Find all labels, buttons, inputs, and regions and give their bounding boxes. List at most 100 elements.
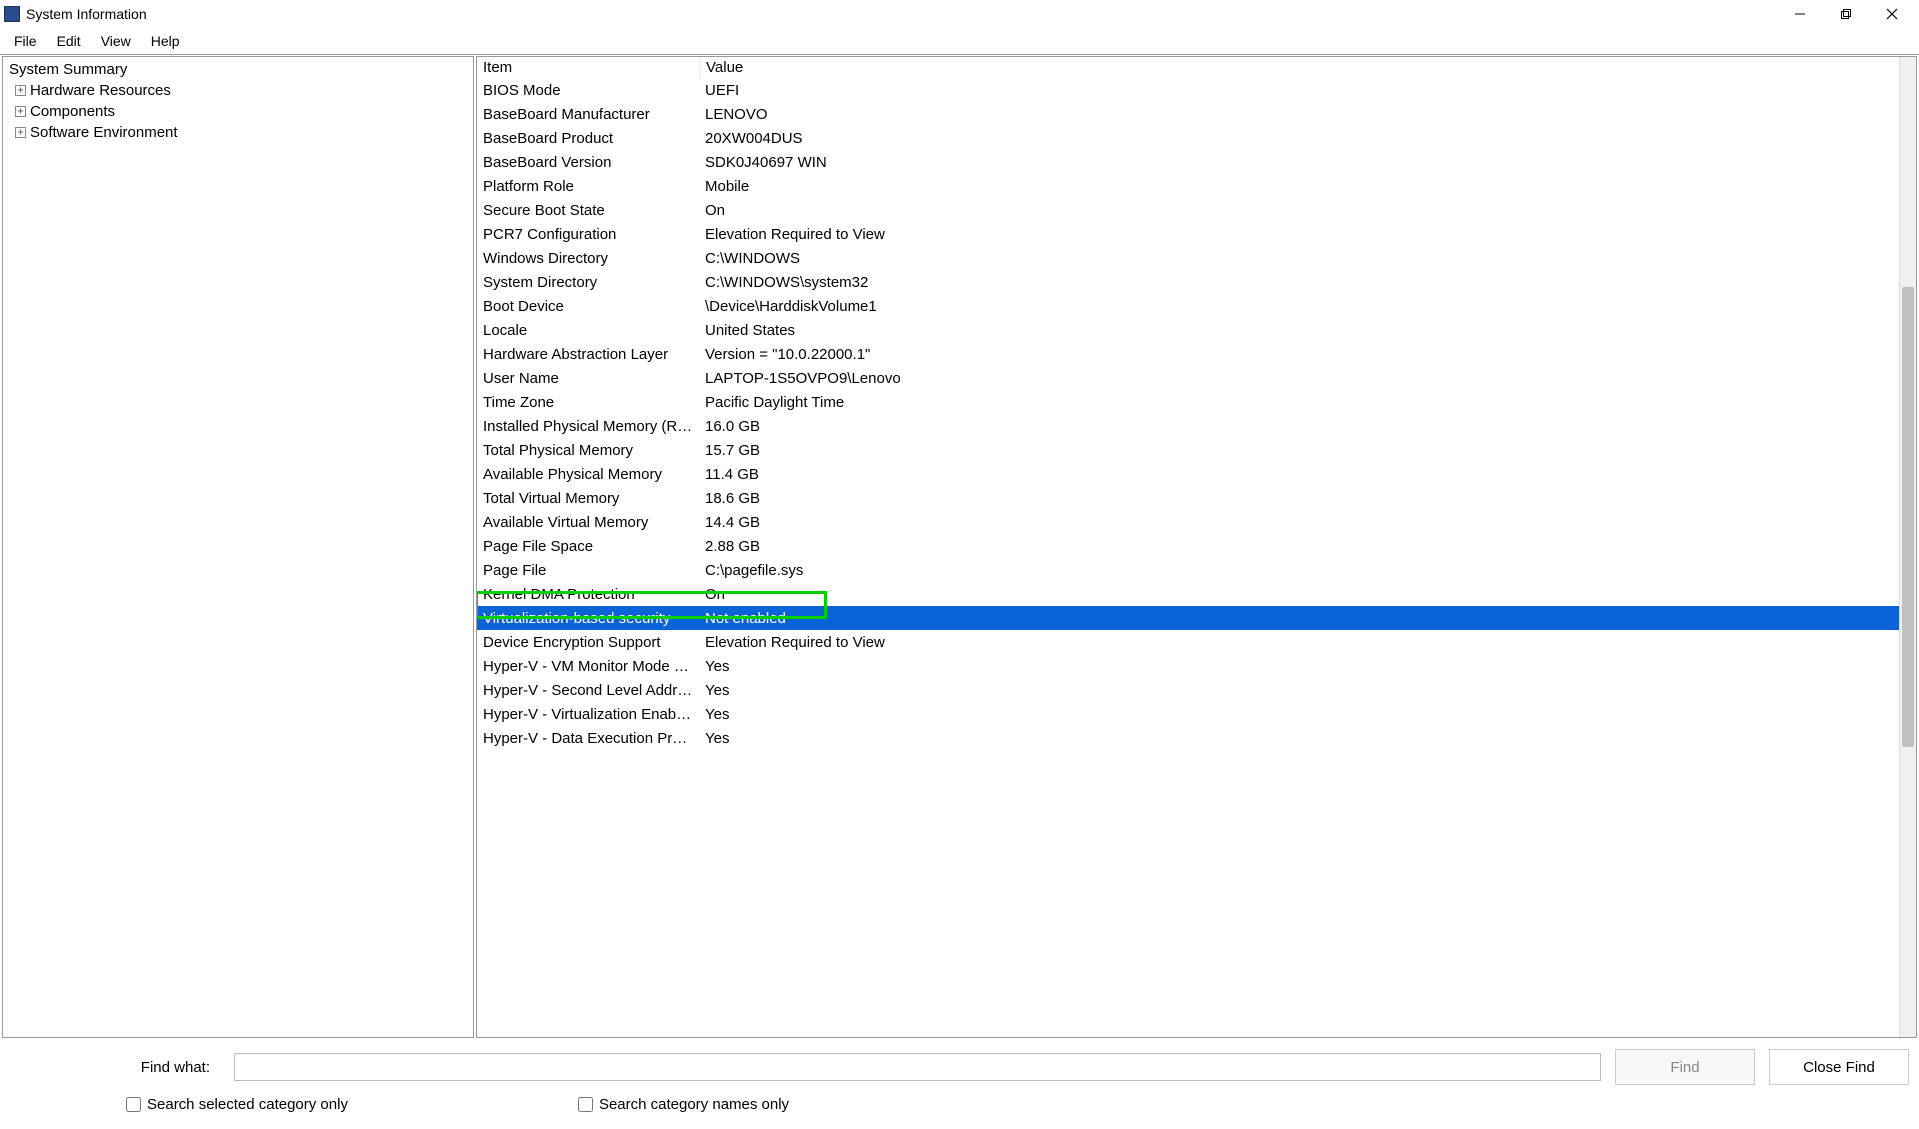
find-button[interactable]: Find	[1615, 1049, 1755, 1085]
column-header-item[interactable]: Item	[477, 57, 699, 78]
table-row[interactable]: BIOS ModeUEFI	[477, 78, 1899, 102]
table-row[interactable]: Windows DirectoryC:\WINDOWS	[477, 246, 1899, 270]
table-row[interactable]: Available Physical Memory11.4 GB	[477, 462, 1899, 486]
table-row[interactable]: Kernel DMA ProtectionOn	[477, 582, 1899, 606]
cell-value: On	[699, 586, 1899, 603]
cell-value: 14.4 GB	[699, 514, 1899, 531]
cell-item: Locale	[477, 322, 699, 339]
table-row[interactable]: Hyper-V - Virtualization Enable...Yes	[477, 702, 1899, 726]
cell-item: Virtualization-based security	[477, 610, 699, 627]
tree-item[interactable]: + Components	[9, 101, 467, 122]
menubar: File Edit View Help	[0, 28, 1919, 54]
column-header-value[interactable]: Value	[699, 57, 1899, 78]
cell-item: Page File Space	[477, 538, 699, 555]
table-row[interactable]: BaseBoard ManufacturerLENOVO	[477, 102, 1899, 126]
cell-item: Available Virtual Memory	[477, 514, 699, 531]
cell-value: 18.6 GB	[699, 490, 1899, 507]
close-find-button[interactable]: Close Find	[1769, 1049, 1909, 1085]
cell-value: C:\pagefile.sys	[699, 562, 1899, 579]
expand-icon[interactable]: +	[15, 85, 26, 96]
cell-item: Secure Boot State	[477, 202, 699, 219]
cell-item: User Name	[477, 370, 699, 387]
cell-item: BaseBoard Product	[477, 130, 699, 147]
table-row[interactable]: Time ZonePacific Daylight Time	[477, 390, 1899, 414]
cell-value: United States	[699, 322, 1899, 339]
table-row[interactable]: Page FileC:\pagefile.sys	[477, 558, 1899, 582]
cell-item: BaseBoard Version	[477, 154, 699, 171]
tree-root-system-summary[interactable]: System Summary	[9, 59, 467, 80]
table-row[interactable]: Platform RoleMobile	[477, 174, 1899, 198]
cell-value: Yes	[699, 682, 1899, 699]
titlebar[interactable]: System Information	[0, 0, 1919, 28]
close-button[interactable]	[1869, 0, 1915, 28]
menu-view[interactable]: View	[93, 31, 139, 51]
expand-icon[interactable]: +	[15, 127, 26, 138]
tree-item-label: Software Environment	[30, 124, 178, 141]
table-row[interactable]: Total Physical Memory15.7 GB	[477, 438, 1899, 462]
cell-value: SDK0J40697 WIN	[699, 154, 1899, 171]
tree-item[interactable]: +Hardware Resources	[9, 80, 467, 101]
checkbox-search-selected[interactable]: Search selected category only	[126, 1096, 348, 1113]
checkbox-search-names[interactable]: Search category names only	[578, 1096, 789, 1113]
cell-item: System Directory	[477, 274, 699, 291]
list-header: Item Value	[477, 57, 1899, 78]
menu-help[interactable]: Help	[143, 31, 188, 51]
cell-value: C:\WINDOWS\system32	[699, 274, 1899, 291]
cell-value: Yes	[699, 658, 1899, 675]
table-row[interactable]: Available Virtual Memory14.4 GB	[477, 510, 1899, 534]
find-panel: Find what: Find Close Find Search select…	[0, 1039, 1919, 1129]
cell-item: Platform Role	[477, 178, 699, 195]
table-row[interactable]: Hyper-V - Data Execution Prote...Yes	[477, 726, 1899, 750]
category-tree[interactable]: System Summary +Hardware Resources+Compo…	[2, 56, 474, 1038]
table-row[interactable]: BaseBoard VersionSDK0J40697 WIN	[477, 150, 1899, 174]
cell-value: LAPTOP-1S5OVPO9\Lenovo	[699, 370, 1899, 387]
table-row[interactable]: Secure Boot StateOn	[477, 198, 1899, 222]
cell-item: Hyper-V - Virtualization Enable...	[477, 706, 699, 723]
find-label: Find what:	[10, 1059, 220, 1076]
table-row[interactable]: Device Encryption SupportElevation Requi…	[477, 630, 1899, 654]
maximize-button[interactable]	[1823, 0, 1869, 28]
table-row[interactable]: Hyper-V - Second Level Address...Yes	[477, 678, 1899, 702]
scrollbar-thumb[interactable]	[1902, 287, 1914, 747]
cell-item: BIOS Mode	[477, 82, 699, 99]
cell-value: Elevation Required to View	[699, 634, 1899, 651]
cell-value: 20XW004DUS	[699, 130, 1899, 147]
table-row[interactable]: BaseBoard Product20XW004DUS	[477, 126, 1899, 150]
checkbox-search-names-input[interactable]	[578, 1097, 593, 1112]
table-row[interactable]: Installed Physical Memory (RAM)16.0 GB	[477, 414, 1899, 438]
table-row[interactable]: Boot Device\Device\HarddiskVolume1	[477, 294, 1899, 318]
minimize-button[interactable]	[1777, 0, 1823, 28]
tree-item-label: Components	[30, 103, 115, 120]
cell-item: Installed Physical Memory (RAM)	[477, 418, 699, 435]
table-row[interactable]: User NameLAPTOP-1S5OVPO9\Lenovo	[477, 366, 1899, 390]
find-input[interactable]	[234, 1053, 1601, 1081]
cell-value: Not enabled	[699, 610, 1899, 627]
cell-item: Hyper-V - VM Monitor Mode Ex...	[477, 658, 699, 675]
cell-item: Total Physical Memory	[477, 442, 699, 459]
cell-value: Yes	[699, 706, 1899, 723]
table-row[interactable]: Total Virtual Memory18.6 GB	[477, 486, 1899, 510]
menu-file[interactable]: File	[6, 31, 45, 51]
table-row[interactable]: LocaleUnited States	[477, 318, 1899, 342]
details-list-inner[interactable]: Item Value BIOS ModeUEFIBaseBoard Manufa…	[477, 57, 1899, 1037]
vertical-scrollbar[interactable]	[1899, 57, 1916, 1037]
cell-item: Page File	[477, 562, 699, 579]
cell-item: Time Zone	[477, 394, 699, 411]
expand-icon[interactable]: +	[15, 106, 26, 117]
cell-value: \Device\HarddiskVolume1	[699, 298, 1899, 315]
menu-edit[interactable]: Edit	[49, 31, 89, 51]
table-row[interactable]: PCR7 ConfigurationElevation Required to …	[477, 222, 1899, 246]
tree-item[interactable]: + Software Environment	[9, 122, 467, 143]
checkbox-search-selected-label: Search selected category only	[147, 1096, 348, 1113]
checkbox-search-selected-input[interactable]	[126, 1097, 141, 1112]
window-title: System Information	[26, 6, 1777, 22]
cell-value: 2.88 GB	[699, 538, 1899, 555]
table-row[interactable]: Page File Space2.88 GB	[477, 534, 1899, 558]
cell-value: LENOVO	[699, 106, 1899, 123]
table-row[interactable]: Hardware Abstraction LayerVersion = "10.…	[477, 342, 1899, 366]
table-row[interactable]: Virtualization-based securityNot enabled	[477, 606, 1899, 630]
table-row[interactable]: System DirectoryC:\WINDOWS\system32	[477, 270, 1899, 294]
cell-value: Pacific Daylight Time	[699, 394, 1899, 411]
cell-value: Elevation Required to View	[699, 226, 1899, 243]
table-row[interactable]: Hyper-V - VM Monitor Mode Ex...Yes	[477, 654, 1899, 678]
